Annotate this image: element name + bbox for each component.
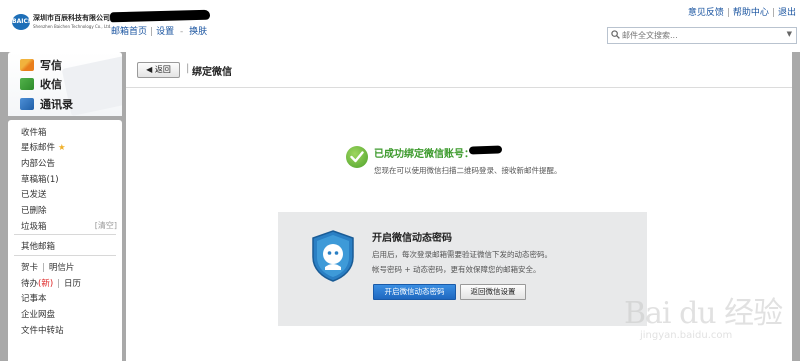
compose-label: 写信 [40, 59, 62, 72]
title-separator: | [186, 63, 190, 74]
company-name-en: Shenzhen Baichen Technology Co., Ltd. [33, 24, 112, 29]
compose-button[interactable]: 写信 [20, 57, 62, 73]
shield-icon [310, 229, 356, 283]
notepad-link[interactable]: 记事本 [21, 292, 47, 304]
calendar-link[interactable]: 日历 [64, 279, 81, 289]
top-right-links: 意见反馈 | 帮助中心 | 退出 [688, 5, 796, 18]
top-nav: 邮箱首页 | 设置 - 换肤 [111, 24, 207, 37]
company-logo[interactable]: BAICHEN 深圳市百辰科技有限公司 Shenzhen Baichen Tec… [12, 12, 112, 34]
clear-spam-link[interactable]: [清空] [95, 220, 117, 231]
netdisk-link[interactable]: 企业网盘 [21, 308, 55, 320]
nav-mail-home[interactable]: 邮箱首页 [111, 27, 147, 37]
mail-search-box[interactable]: ▼ [607, 27, 797, 44]
watermark-url: jingyan.baidu.com [640, 330, 733, 341]
feedback-link[interactable]: 意见反馈 [688, 8, 724, 18]
nav-skin[interactable]: 换肤 [189, 27, 207, 37]
tools-cards: 贺卡 | 明信片 [21, 261, 74, 273]
logo-mark: BAICHEN [12, 14, 42, 30]
folder-other-mailboxes[interactable]: 其他邮箱 [21, 240, 55, 252]
todo-new-badge: (新) [38, 279, 54, 289]
panel-header: ◀ 返回 | 绑定微信 [126, 52, 792, 88]
contacts-label: 通讯录 [40, 98, 73, 111]
nav-separator: - [177, 27, 187, 37]
promo-description-2: 帐号密码 + 动态密码，更有效保障您的邮箱安全。 [372, 265, 541, 274]
promo-description-1: 启用后，每次登录邮箱需要验证微信下发的动态密码。 [372, 250, 552, 259]
greeting-card-link[interactable]: 贺卡 [21, 263, 38, 273]
redacted-username [109, 9, 211, 23]
success-check-icon [346, 146, 368, 168]
folder-spam[interactable]: 垃圾箱 [21, 220, 47, 232]
divider [14, 255, 116, 256]
inbox-icon [20, 78, 34, 90]
help-link[interactable]: 帮助中心 [733, 8, 769, 18]
redacted-account [468, 145, 503, 155]
todo-link[interactable]: 待办 [21, 279, 38, 289]
back-arrow-icon: ◀ [146, 65, 155, 74]
chevron-down-icon[interactable]: ▼ [787, 30, 792, 38]
return-wechat-settings-button[interactable]: 返回微信设置 [460, 284, 526, 300]
search-icon [608, 29, 622, 42]
contacts-button[interactable]: 通讯录 [20, 96, 73, 112]
success-description: 您现在可以使用微信扫描二维码登录、接收新邮件提醒。 [374, 166, 562, 175]
sidebar-actions: 写信 收信 通讯录 [8, 52, 122, 116]
nav-separator: | [150, 27, 154, 37]
app-header: BAICHEN 深圳市百辰科技有限公司 Shenzhen Baichen Tec… [0, 0, 800, 52]
folder-drafts[interactable]: 草稿箱(1) [21, 173, 59, 185]
receive-button[interactable]: 收信 [20, 76, 62, 92]
postcard-link[interactable]: 明信片 [49, 263, 75, 273]
promo-title: 开启微信动态密码 [372, 233, 452, 244]
folder-announcements[interactable]: 内部公告 [21, 157, 55, 169]
back-button-label: 返回 [154, 65, 171, 74]
search-input[interactable] [622, 28, 772, 43]
dynamic-password-promo: 开启微信动态密码 启用后，每次登录邮箱需要验证微信下发的动态密码。 帐号密码 +… [278, 212, 647, 326]
tools-todo: 待办(新) | 日历 [21, 277, 81, 289]
baidu-watermark: Bai du 经验 jingyan.baidu.com [612, 288, 792, 356]
separator: | [57, 279, 61, 289]
company-name-cn: 深圳市百辰科技有限公司 [33, 14, 110, 22]
pencil-icon [20, 59, 34, 71]
page-title: 绑定微信 [192, 67, 232, 78]
folder-starred[interactable]: 星标邮件 ★ [21, 141, 66, 153]
logout-link[interactable]: 退出 [778, 8, 796, 18]
folder-starred-label: 星标邮件 [21, 143, 56, 153]
file-transfer-link[interactable]: 文件中转站 [21, 324, 64, 336]
folder-list: 收件箱 星标邮件 ★ 内部公告 草稿箱(1) 已发送 已删除 垃圾箱 [清空] 其… [8, 120, 122, 361]
watermark-logo: Bai du 经验 [624, 296, 783, 331]
back-button[interactable]: ◀ 返回 [137, 62, 180, 78]
star-icon: ★ [58, 143, 66, 153]
contacts-icon [20, 98, 34, 110]
nav-settings[interactable]: 设置 [156, 27, 174, 37]
divider [14, 234, 116, 235]
separator: | [42, 263, 45, 273]
link-separator: | [771, 8, 775, 18]
enable-dynamic-password-button[interactable]: 开启微信动态密码 [373, 284, 456, 300]
folder-sent[interactable]: 已发送 [21, 188, 47, 200]
link-separator: | [726, 8, 730, 18]
folder-deleted[interactable]: 已删除 [21, 204, 47, 216]
receive-label: 收信 [40, 78, 62, 91]
success-message: 已成功绑定微信账号： [374, 149, 474, 160]
folder-inbox[interactable]: 收件箱 [21, 126, 47, 138]
